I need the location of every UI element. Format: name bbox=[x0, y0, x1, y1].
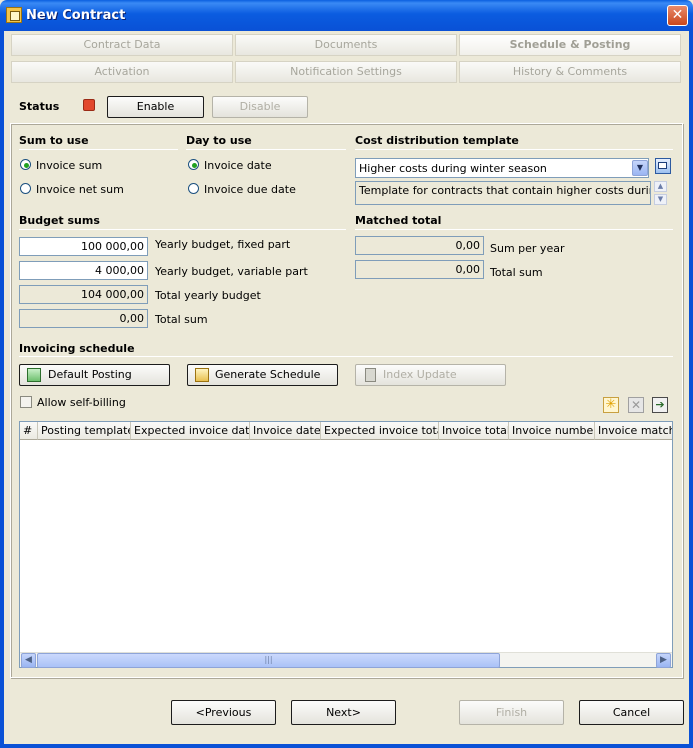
status-label: Status bbox=[19, 100, 60, 113]
allow-self-billing-label: Allow self-billing bbox=[37, 396, 126, 409]
default-posting-button[interactable]: Default Posting bbox=[19, 364, 170, 386]
index-update-button[interactable]: Index Update bbox=[355, 364, 506, 386]
day-to-use-heading: Day to use bbox=[186, 134, 252, 147]
allow-self-billing-checkbox[interactable] bbox=[20, 396, 32, 408]
tab-notification-settings[interactable]: Notification Settings bbox=[235, 61, 457, 83]
column-header-number[interactable]: # bbox=[20, 422, 38, 440]
contract-app-icon bbox=[6, 7, 22, 23]
delete-row-icon[interactable]: ✕ bbox=[628, 397, 644, 413]
export-icon[interactable]: ➔ bbox=[652, 397, 668, 413]
invoice-date-label: Invoice date bbox=[204, 159, 272, 172]
invoice-date-radio[interactable] bbox=[188, 159, 199, 170]
yearly-budget-variable-input[interactable]: 4 000,00 bbox=[19, 261, 148, 280]
column-header-expected-invoice-date[interactable]: Expected invoice date bbox=[131, 422, 250, 440]
generate-schedule-label: Generate Schedule bbox=[215, 368, 321, 381]
divider bbox=[19, 149, 178, 150]
matched-total-sum-field: 0,00 bbox=[355, 260, 484, 279]
column-header-expected-invoice-total[interactable]: Expected invoice total bbox=[321, 422, 439, 440]
scroll-down-icon[interactable]: ▼ bbox=[654, 194, 667, 205]
column-header-invoice-matching[interactable]: Invoice matching bbox=[595, 422, 672, 440]
default-posting-label: Default Posting bbox=[48, 368, 132, 381]
enable-button[interactable]: Enable bbox=[107, 96, 204, 118]
scrollbar-thumb[interactable]: ||| bbox=[37, 653, 500, 668]
budget-total-sum-field: 0,00 bbox=[19, 309, 148, 328]
divider bbox=[355, 149, 673, 150]
divider bbox=[19, 229, 346, 230]
column-header-invoice-number[interactable]: Invoice number bbox=[509, 422, 595, 440]
disable-button[interactable]: Disable bbox=[212, 96, 308, 118]
divider bbox=[19, 356, 673, 357]
invoicing-schedule-table[interactable]: # Posting template Expected invoice date… bbox=[19, 421, 673, 668]
cost-template-description: Template for contracts that contain high… bbox=[355, 181, 651, 205]
total-yearly-budget-label: Total yearly budget bbox=[155, 289, 261, 302]
yearly-budget-variable-label: Yearly budget, variable part bbox=[155, 265, 308, 278]
scroll-right-icon[interactable]: ▶ bbox=[656, 653, 671, 668]
scroll-left-icon[interactable]: ◀ bbox=[21, 653, 36, 668]
divider bbox=[355, 229, 673, 230]
close-icon[interactable]: ✕ bbox=[667, 5, 688, 26]
window-title: New Contract bbox=[26, 8, 126, 23]
sum-per-year-label: Sum per year bbox=[490, 242, 565, 255]
invoice-net-sum-label: Invoice net sum bbox=[36, 183, 124, 196]
window-frame-left bbox=[0, 31, 4, 748]
posting-icon bbox=[27, 368, 41, 382]
horizontal-scrollbar[interactable]: ◀ ||| ▶ bbox=[20, 652, 672, 668]
invoice-net-sum-radio[interactable] bbox=[20, 183, 31, 194]
generate-schedule-button[interactable]: Generate Schedule bbox=[187, 364, 338, 386]
column-header-invoice-total[interactable]: Invoice total bbox=[439, 422, 509, 440]
tab-contract-data[interactable]: Contract Data bbox=[11, 34, 233, 56]
tab-schedule-posting[interactable]: Schedule & Posting bbox=[459, 34, 681, 56]
matched-total-sum-label: Total sum bbox=[490, 266, 543, 279]
cost-template-selected: Higher costs during winter season bbox=[359, 162, 547, 175]
calendar-icon bbox=[195, 368, 209, 382]
cost-template-dropdown[interactable]: Higher costs during winter season ▼ bbox=[355, 158, 649, 178]
cost-distribution-heading: Cost distribution template bbox=[355, 134, 519, 147]
next-button[interactable]: Next> bbox=[291, 700, 396, 725]
tab-documents[interactable]: Documents bbox=[235, 34, 457, 56]
tab-history-comments[interactable]: History & Comments bbox=[459, 61, 681, 83]
finish-button[interactable]: Finish bbox=[459, 700, 564, 725]
window-frame-bottom bbox=[0, 744, 693, 748]
status-indicator-icon bbox=[83, 99, 95, 111]
budget-sums-heading: Budget sums bbox=[19, 214, 100, 227]
document-icon bbox=[365, 368, 376, 382]
divider bbox=[186, 149, 346, 150]
invoice-due-date-label: Invoice due date bbox=[204, 183, 296, 196]
invoicing-schedule-heading: Invoicing schedule bbox=[19, 342, 135, 355]
add-row-icon[interactable]: ✳ bbox=[603, 397, 619, 413]
tab-activation[interactable]: Activation bbox=[11, 61, 233, 83]
open-template-icon[interactable] bbox=[655, 158, 671, 174]
invoice-sum-label: Invoice sum bbox=[36, 159, 103, 172]
yearly-budget-fixed-input[interactable]: 100 000,00 bbox=[19, 237, 148, 256]
invoice-sum-radio[interactable] bbox=[20, 159, 31, 170]
budget-total-sum-label: Total sum bbox=[155, 313, 208, 326]
sum-per-year-field: 0,00 bbox=[355, 236, 484, 255]
scroll-up-icon[interactable]: ▲ bbox=[654, 181, 667, 192]
window-frame-right bbox=[689, 31, 693, 748]
chevron-down-icon[interactable]: ▼ bbox=[632, 160, 648, 176]
cancel-button[interactable]: Cancel bbox=[579, 700, 684, 725]
invoice-due-date-radio[interactable] bbox=[188, 183, 199, 194]
sum-to-use-heading: Sum to use bbox=[19, 134, 89, 147]
column-header-invoice-date[interactable]: Invoice date bbox=[250, 422, 321, 440]
index-update-label: Index Update bbox=[383, 368, 457, 381]
total-yearly-budget-field: 104 000,00 bbox=[19, 285, 148, 304]
column-header-posting-template[interactable]: Posting template bbox=[38, 422, 131, 440]
matched-total-heading: Matched total bbox=[355, 214, 442, 227]
yearly-budget-fixed-label: Yearly budget, fixed part bbox=[155, 238, 291, 251]
previous-button[interactable]: <Previous bbox=[171, 700, 276, 725]
